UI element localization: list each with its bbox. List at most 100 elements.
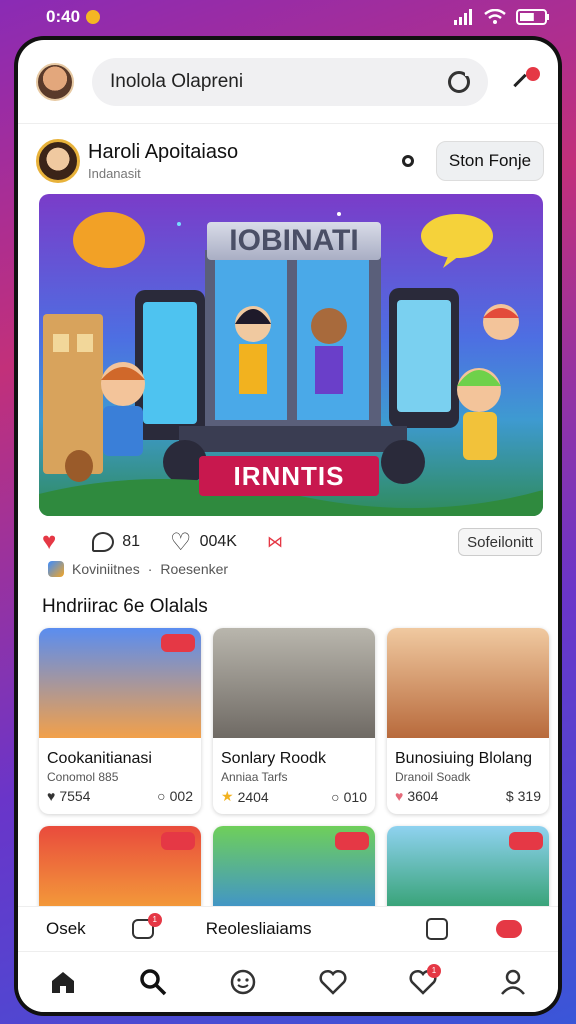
card-subtitle: Anniaa Tarfs (221, 770, 288, 784)
card-thumbnail (387, 826, 549, 916)
content-grid: Cookanitianasi Conomol 885 ♥ 7554 ○ 002 So… (39, 628, 549, 916)
card-subtitle: Conomol 885 (47, 770, 119, 784)
card-title: Bunosiuing Blolang (395, 750, 532, 767)
content-card[interactable]: Bunosiuing Blolang Dranoil Soadk ♥ 3604 $… (387, 628, 549, 814)
hero-banner: IRNNTIS (199, 456, 379, 496)
save-button[interactable]: Sofeilonitt (458, 528, 542, 556)
author-avatar[interactable] (36, 139, 80, 183)
card-likes: ♥ 3604 (395, 788, 438, 804)
nav-profile[interactable] (493, 962, 533, 1002)
author-location: Indanasit (88, 166, 141, 181)
refresh-icon[interactable] (448, 68, 472, 93)
card-comments: ○ 010 (331, 788, 367, 805)
meta-right[interactable]: Roesenker (160, 561, 228, 577)
card-badge (509, 832, 543, 850)
content-card[interactable] (387, 826, 549, 916)
heart-icon: ♥ (395, 788, 404, 804)
smile-icon (230, 969, 256, 995)
content-card[interactable] (213, 826, 375, 916)
like-action[interactable]: ♡ 004K (170, 528, 237, 557)
card-subtitle: Dranoil Soadk (395, 770, 471, 784)
user-avatar[interactable] (36, 62, 74, 101)
card-badge (161, 832, 195, 850)
card-stats: ★ 2404 ○ 010 (213, 784, 375, 805)
nav-home[interactable] (43, 962, 83, 1002)
heart-icon: ♥ (47, 788, 56, 804)
card-thumbnail (387, 628, 549, 738)
star-icon: ★ (221, 788, 234, 804)
profile-icon (501, 969, 525, 995)
meta-left[interactable]: Koviniitnes (72, 561, 140, 577)
card-comments: ○ 002 (157, 788, 193, 804)
status-time: 0:40 (46, 7, 81, 26)
content-card[interactable] (39, 826, 201, 916)
chat-badge: 1 (147, 913, 162, 927)
status-right (454, 9, 550, 25)
status-indicator-icon (86, 10, 101, 24)
bottom-nav: 1 (18, 952, 558, 1012)
app-screen: Inolola Olapreni Haroli Apoitaiaso Indan… (18, 40, 558, 1012)
phone-frame: Inolola Olapreni Haroli Apoitaiaso Indan… (14, 36, 562, 1016)
post-meta: Koviniitnes · Roesenker (48, 558, 228, 580)
post-hero-image[interactable]: IOBINATI IRNNTIS (39, 194, 543, 516)
wifi-icon (484, 9, 506, 24)
card-left-stat: 7554 (59, 788, 91, 804)
post-actions: ♥ 81 ♡ 004K ⋈ Sofeilonitt (42, 524, 542, 560)
hero-title: IOBINATI (207, 222, 381, 260)
comment-count: 81 (122, 533, 141, 550)
comment-small-icon: ○ (157, 788, 166, 804)
nav-favorites[interactable]: 1 (403, 962, 443, 1002)
bow-icon[interactable]: ⋈ (267, 532, 283, 552)
card-stats: ♥ 3604 $319 (387, 784, 549, 804)
dollar-icon: $ (505, 788, 514, 804)
context-center-label[interactable]: Reolesliaiams (206, 919, 312, 939)
card-title: Sonlary Roodk (221, 750, 326, 767)
comment-icon (92, 532, 115, 552)
card-likes: ★ 2404 (221, 788, 269, 805)
heart-outline-icon: ♡ (170, 528, 192, 556)
more-options-icon[interactable] (402, 155, 414, 167)
card-thumbnail (39, 628, 201, 738)
search-bar[interactable]: Inolola Olapreni (92, 57, 488, 106)
comment-small-icon: ○ (331, 788, 340, 805)
follow-button[interactable]: Ston Fonje (436, 141, 544, 181)
context-bar: Osek 1 Reolesliaiams (18, 906, 558, 952)
notification-dot (526, 66, 540, 81)
search-text: Inolola Olapreni (110, 70, 244, 92)
card-thumbnail (39, 826, 201, 916)
top-bar: Inolola Olapreni (18, 40, 558, 124)
author-info: Haroli Apoitaiaso Indanasit (88, 141, 238, 181)
author-name[interactable]: Haroli Apoitaiaso (88, 141, 238, 164)
like-filled-icon[interactable]: ♥ (42, 528, 56, 556)
card-badge (335, 832, 369, 850)
card-right-stat: 010 (343, 788, 367, 805)
card-right-stat: 319 (517, 788, 541, 804)
comment-action[interactable]: 81 (92, 532, 140, 552)
record-icon[interactable] (496, 920, 522, 938)
card-right-stat: 002 (169, 788, 193, 804)
nav-search[interactable] (133, 962, 173, 1002)
heart-icon (319, 969, 347, 995)
section-title: Hndriirac 6e Olalals (42, 596, 208, 617)
app-badge-icon (48, 561, 64, 577)
nav-likes[interactable] (313, 962, 353, 1002)
pin-icon (513, 73, 527, 87)
battery-icon (516, 9, 549, 25)
card-thumbnail (213, 826, 375, 916)
notifications-button[interactable] (510, 66, 540, 95)
card-likes: ♥ 7554 (47, 788, 90, 804)
status-left: 0:40 (46, 7, 101, 27)
content-card[interactable]: Cookanitianasi Conomol 885 ♥ 7554 ○ 002 (39, 628, 201, 814)
content-card[interactable]: Sonlary Roodk Anniaa Tarfs ★ 2404 ○ 010 (213, 628, 375, 814)
search-icon (140, 969, 167, 996)
card-left-stat: 2404 (237, 788, 269, 805)
status-bar: 0:40 (0, 0, 576, 34)
nav-reels[interactable] (223, 962, 263, 1002)
like-count: 004K (199, 533, 237, 550)
favorites-badge: 1 (427, 964, 441, 978)
context-left-label[interactable]: Osek (46, 919, 86, 939)
share-icon[interactable] (426, 918, 448, 940)
signal-icon (454, 9, 472, 25)
post-header: Haroli Apoitaiaso Indanasit Ston Fonje (36, 134, 544, 188)
chat-icon[interactable]: 1 (131, 913, 162, 939)
